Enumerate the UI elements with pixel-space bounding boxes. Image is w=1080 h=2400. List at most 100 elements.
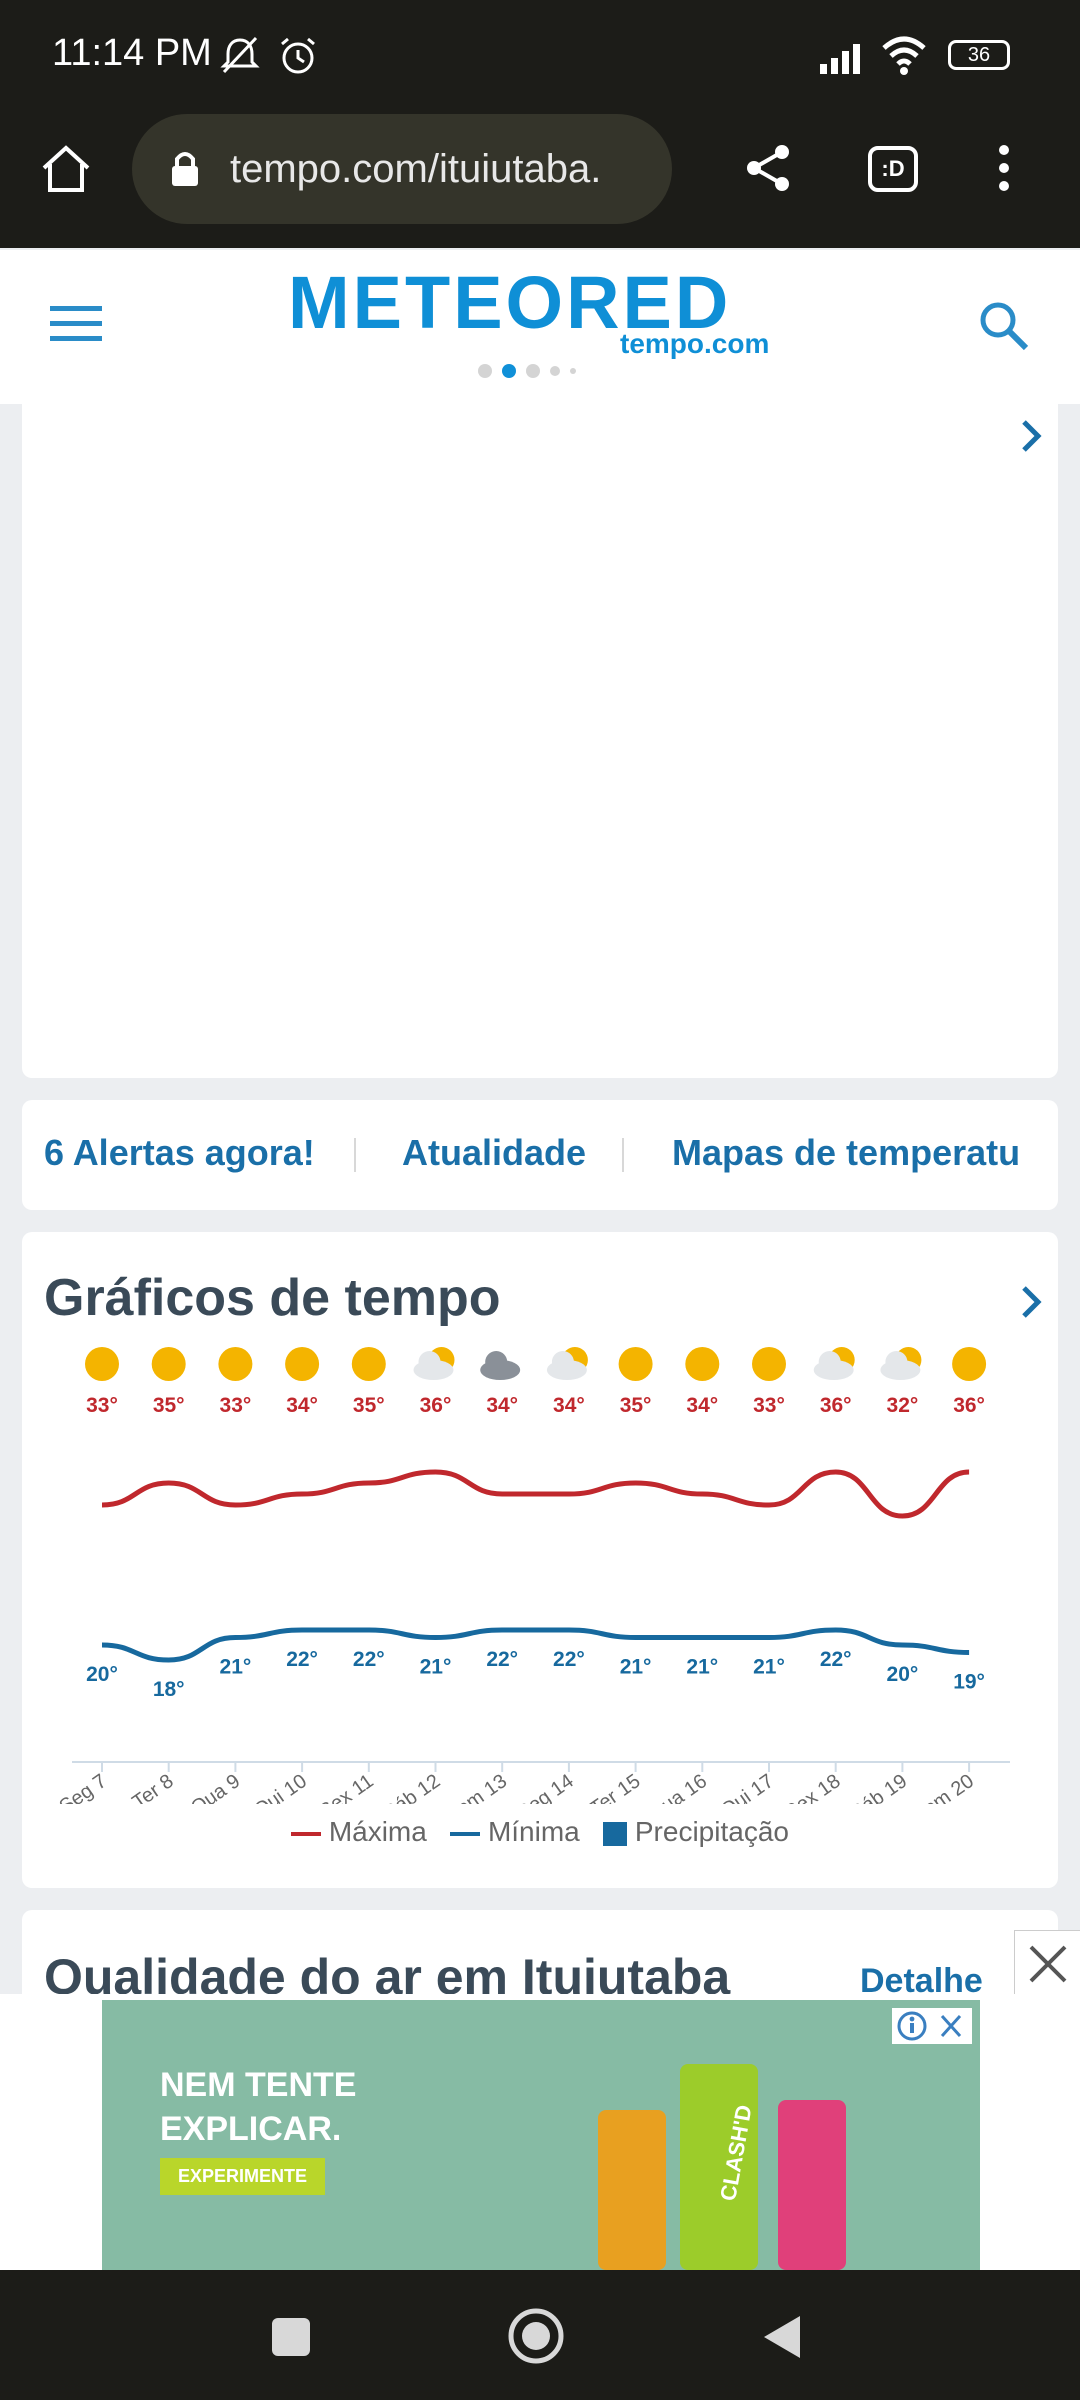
search-icon[interactable] <box>976 298 1030 352</box>
back-nav-icon[interactable] <box>758 2312 804 2362</box>
max-temp-label: 33° <box>753 1394 785 1417</box>
link-alerts[interactable]: 6 Alertas agora! <box>44 1132 315 1174</box>
min-temp-label: 20° <box>887 1663 919 1686</box>
wifi-icon <box>882 36 926 75</box>
battery-icon: 36 <box>948 40 1010 70</box>
recent-apps-icon[interactable] <box>270 2316 312 2358</box>
min-temp-label: 19° <box>953 1671 985 1694</box>
link-news[interactable]: Atualidade <box>402 1132 586 1174</box>
sun-icon <box>685 1347 720 1381</box>
min-temp-label: 22° <box>820 1648 852 1671</box>
x-tick-label: Seg 7 <box>55 1770 110 1804</box>
chart-title: Gráficos de tempo <box>44 1269 501 1327</box>
max-temp-label: 35° <box>353 1394 385 1417</box>
max-temp-label: 32° <box>887 1394 919 1417</box>
ad-banner[interactable]: NEM TENTE EXPLICAR. EXPERIMENTE CLASH'D <box>102 2000 980 2270</box>
legend-min-swatch <box>450 1831 481 1836</box>
weather-chart-card: Gráficos de tempo Seg 7 Ter 8 Qua 9 Qui 10 S… <box>22 1232 1058 1888</box>
legend-min: Mínima <box>487 1816 580 1847</box>
browser-toolbar: tempo.com/ituiutaba. :D <box>0 112 1080 248</box>
max-temp-label: 34° <box>553 1394 585 1417</box>
bottom-ad-bar: NEM TENTE EXPLICAR. EXPERIMENTE CLASH'D <box>0 1994 1080 2270</box>
legend-precip: Precipitação <box>634 1816 789 1847</box>
x-tick-label: Ter 15 <box>586 1770 644 1804</box>
cloud-icon <box>551 1351 574 1373</box>
max-temp-label: 36° <box>420 1394 452 1417</box>
min-temp-label: 22° <box>553 1648 585 1671</box>
quick-links: 6 Alertas agora! Atualidade Mapas de tem… <box>22 1100 1058 1210</box>
cloud-icon <box>485 1351 508 1373</box>
sun-icon <box>285 1347 320 1381</box>
chevron-right-icon[interactable] <box>1018 416 1044 456</box>
ad-headline-1: NEM TENTE <box>160 2066 357 2104</box>
lock-icon <box>172 152 198 186</box>
tab-switcher-button[interactable]: :D <box>868 146 918 192</box>
max-temp-label: 36° <box>820 1394 852 1417</box>
min-temp-label: 22° <box>286 1648 318 1671</box>
x-tick-label: Qua 16 <box>645 1770 711 1804</box>
sun-icon <box>952 1347 987 1381</box>
status-time: 11:14 PM <box>52 32 212 74</box>
ad-headline-2: EXPLICAR. <box>160 2110 342 2148</box>
chart-legend: Máxima Mínima Precipitação <box>22 1816 1058 1848</box>
x-tick-label: Sex 11 <box>315 1770 377 1804</box>
sun-icon <box>85 1347 119 1381</box>
min-temp-label: 18° <box>153 1678 185 1701</box>
alarm-icon <box>281 37 315 74</box>
share-icon[interactable] <box>742 142 794 194</box>
ad-can-3 <box>778 2100 846 2270</box>
site-header: METEORED tempo.com <box>0 250 1080 404</box>
url-text: tempo.com/ituiutaba. <box>230 147 602 191</box>
sun-icon <box>618 1347 653 1381</box>
x-tick-label: Qui 10 <box>250 1770 311 1804</box>
max-temp-label: 34° <box>686 1394 718 1417</box>
min-temp-label: 21° <box>420 1656 452 1679</box>
max-temp-label: 33° <box>86 1394 118 1417</box>
signal-icon <box>820 44 860 74</box>
max-temp-label: 34° <box>286 1394 318 1417</box>
link-temperature-maps[interactable]: Mapas de temperatu <box>672 1132 1042 1174</box>
home-nav-icon[interactable] <box>506 2306 566 2366</box>
home-icon[interactable] <box>38 140 94 196</box>
system-nav-bar <box>0 2270 1080 2400</box>
legend-precip-swatch <box>603 1821 628 1846</box>
more-options-icon[interactable] <box>994 142 1014 194</box>
max-temp-label: 33° <box>220 1394 252 1417</box>
sun-icon <box>218 1347 253 1381</box>
max-temp-label: 35° <box>620 1394 652 1417</box>
ad-cta-button[interactable]: EXPERIMENTE <box>160 2158 326 2195</box>
x-tick-label: Seg 14 <box>513 1770 578 1804</box>
min-temp-label: 22° <box>353 1648 385 1671</box>
sun-icon <box>351 1347 386 1381</box>
ad-placeholder <box>22 404 1058 1078</box>
ad-can-1 <box>598 2110 666 2270</box>
min-temp-label: 22° <box>486 1648 518 1671</box>
x-tick-label: Sáb 19 <box>847 1770 912 1804</box>
legend-max: Máxima <box>328 1816 427 1847</box>
ad-info-icon[interactable] <box>892 2008 972 2044</box>
legend-max-swatch <box>291 1831 322 1836</box>
ad-close-button[interactable] <box>1014 1930 1080 1997</box>
cloud-icon <box>818 1351 841 1373</box>
min-temp-label: 21° <box>220 1656 252 1679</box>
min-temp-label: 21° <box>620 1656 652 1679</box>
x-tick-label: Sex 18 <box>781 1770 845 1804</box>
max-temp-label: 35° <box>153 1394 185 1417</box>
cloud-icon <box>418 1351 441 1373</box>
chevron-right-icon[interactable] <box>1018 1282 1044 1322</box>
x-tick-label: Sáb 12 <box>380 1770 445 1804</box>
min-temp-label: 20° <box>86 1663 118 1686</box>
min-temp-label: 21° <box>753 1656 785 1679</box>
x-tick-label: Qua 9 <box>187 1770 244 1804</box>
address-bar[interactable]: tempo.com/ituiutaba. <box>132 114 672 224</box>
mute-notification-icon <box>220 36 260 74</box>
x-tick-label: Dom 20 <box>908 1770 978 1804</box>
tab-switcher-label: :D <box>881 156 905 181</box>
max-temp-label: 34° <box>486 1394 518 1417</box>
x-tick-label: Qui 17 <box>717 1770 778 1804</box>
x-tick-label: Ter 8 <box>129 1770 178 1804</box>
x-tick-label: Dom 13 <box>441 1770 511 1804</box>
battery-level: 36 <box>967 44 991 66</box>
close-icon <box>1029 1945 1067 1983</box>
hamburger-menu-icon[interactable] <box>50 304 102 344</box>
